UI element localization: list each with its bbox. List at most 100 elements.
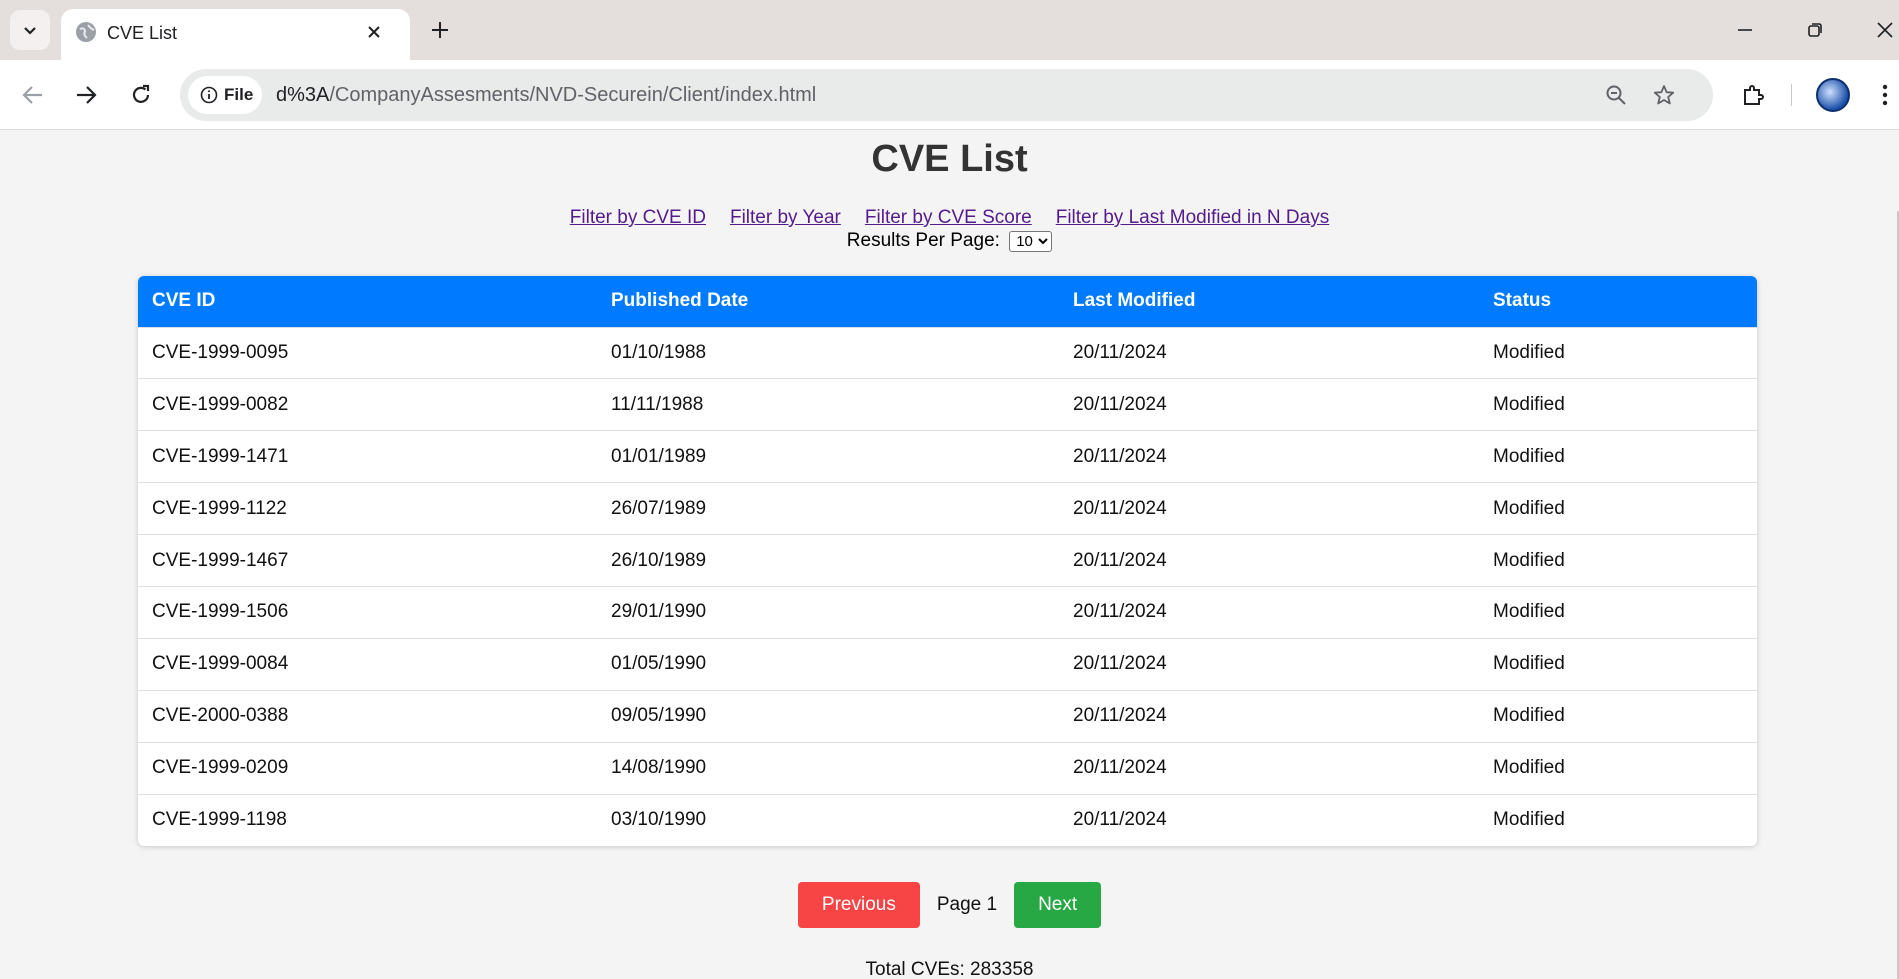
cell-status: Modified xyxy=(1493,393,1565,415)
cell-published-date: 01/10/1988 xyxy=(611,341,707,363)
cell-status: Modified xyxy=(1493,757,1565,779)
cell-last-modified: 20/11/2024 xyxy=(1073,601,1167,623)
kebab-menu-icon xyxy=(1882,84,1888,106)
table-row: CVE-1999-1198 03/10/1990 20/11/2024 Modifie… xyxy=(138,794,1757,846)
url-host: d%3A xyxy=(276,84,330,106)
filter-links: Filter by CVE ID Filter by Year Filter by … xyxy=(0,207,1899,229)
profile-avatar[interactable] xyxy=(1816,78,1850,112)
tab-title: CVE List xyxy=(107,23,178,43)
cell-cve-id: CVE-2000-0388 xyxy=(152,705,289,727)
header-last-modified: Last Modified xyxy=(1073,290,1196,312)
toolbar-divider xyxy=(1791,84,1792,106)
filter-by-last-modified-link[interactable]: Filter by Last Modified in N Days xyxy=(1056,207,1330,228)
forward-icon xyxy=(77,86,97,104)
minimize-icon xyxy=(1738,29,1752,31)
cell-last-modified: 20/11/2024 xyxy=(1073,497,1167,519)
cell-published-date: 26/10/1989 xyxy=(611,549,707,571)
tab-close-button[interactable] xyxy=(361,19,387,45)
window-close-button[interactable] xyxy=(1870,15,1899,45)
active-tab[interactable]: CVE List xyxy=(61,9,410,60)
total-cves: Total CVEs: 283358 xyxy=(865,959,1034,979)
cell-status: Modified xyxy=(1493,653,1565,675)
cell-cve-id: CVE-1999-0084 xyxy=(152,653,289,675)
restore-icon xyxy=(1808,23,1822,37)
results-per-page-select[interactable]: 10 xyxy=(1009,231,1053,252)
filter-by-cve-score-link[interactable]: Filter by CVE Score xyxy=(865,207,1032,228)
cve-table-container: CVE ID Published Date Last Modified Stat… xyxy=(138,276,1757,846)
close-icon xyxy=(368,26,380,38)
cell-cve-id: CVE-1999-1506 xyxy=(152,601,289,623)
cell-last-modified: 20/11/2024 xyxy=(1073,705,1167,727)
chevron-down-icon xyxy=(24,27,36,35)
forward-button[interactable] xyxy=(69,78,103,112)
previous-button[interactable]: Previous xyxy=(797,882,920,928)
table-row: CVE-1999-1122 26/07/1989 20/11/2024 Modifie… xyxy=(138,482,1757,535)
extensions-icon xyxy=(1744,85,1764,105)
cell-last-modified: 20/11/2024 xyxy=(1073,757,1167,779)
cell-cve-id: CVE-1999-1471 xyxy=(152,445,289,467)
cell-status: Modified xyxy=(1493,601,1565,623)
bookmark-button[interactable] xyxy=(1650,81,1678,109)
star-icon xyxy=(1653,85,1675,105)
cell-published-date: 26/07/1989 xyxy=(611,497,707,519)
cell-cve-id: CVE-1999-0209 xyxy=(152,757,289,779)
page-indicator: Page 1 xyxy=(936,894,998,915)
cell-published-date: 11/11/1988 xyxy=(611,393,704,415)
url-path: /CompanyAssesments/NVD-Securein/Client/i… xyxy=(329,84,817,106)
zoom-button[interactable] xyxy=(1602,81,1630,109)
browser-menu-button[interactable] xyxy=(1875,78,1895,112)
cell-status: Modified xyxy=(1493,445,1565,467)
tab-list-button[interactable] xyxy=(10,10,50,50)
plus-icon xyxy=(432,22,448,38)
table-row: CVE-1999-0082 11/11/1988 20/11/2024 Modifie… xyxy=(138,378,1757,431)
new-tab-button[interactable] xyxy=(424,14,456,46)
next-button[interactable]: Next xyxy=(1014,882,1102,928)
reload-icon xyxy=(132,84,150,103)
globe-icon xyxy=(76,22,96,42)
table-row: CVE-1999-0209 14/08/1990 20/11/2024 Modifie… xyxy=(138,742,1757,794)
filter-by-cve-id-link[interactable]: Filter by CVE ID xyxy=(570,207,706,228)
table-header-row: CVE ID Published Date Last Modified Stat… xyxy=(138,276,1757,327)
filter-by-year-link[interactable]: Filter by Year xyxy=(730,207,841,228)
results-per-page: Results Per Page: 10 xyxy=(0,230,1899,252)
cell-last-modified: 20/11/2024 xyxy=(1073,809,1167,831)
cell-cve-id: CVE-1999-1467 xyxy=(152,549,289,571)
cell-cve-id: CVE-1999-1198 xyxy=(152,809,287,831)
table-row: CVE-1999-1467 26/10/1989 20/11/2024 Modifie… xyxy=(138,534,1757,587)
cell-published-date: 29/01/1990 xyxy=(611,601,707,623)
address-bar[interactable]: File d%3A/CompanyAssesments/NVD-Securein… xyxy=(180,69,1713,121)
back-button[interactable] xyxy=(16,78,50,112)
page-title: CVE List xyxy=(871,138,1028,180)
cell-status: Modified xyxy=(1493,497,1565,519)
results-per-page-label: Results Per Page: xyxy=(846,230,1000,251)
page-content: CVE List Filter by CVE ID Filter by Year F… xyxy=(0,131,1899,979)
file-chip-label: File xyxy=(224,85,254,104)
reload-button[interactable] xyxy=(124,78,158,112)
cell-cve-id: CVE-1999-0095 xyxy=(152,341,289,363)
cell-last-modified: 20/11/2024 xyxy=(1073,549,1167,571)
cell-cve-id: CVE-1999-1122 xyxy=(152,497,287,519)
cell-last-modified: 20/11/2024 xyxy=(1073,393,1167,415)
extensions-button[interactable] xyxy=(1738,80,1768,110)
cell-last-modified: 20/11/2024 xyxy=(1073,341,1167,363)
table-row: CVE-2000-0388 09/05/1990 20/11/2024 Modifie… xyxy=(138,690,1757,742)
back-icon xyxy=(22,86,42,104)
table-row: CVE-1999-0084 01/05/1990 20/11/2024 Modifie… xyxy=(138,638,1757,690)
cell-published-date: 14/08/1990 xyxy=(611,757,707,779)
cell-published-date: 03/10/1990 xyxy=(611,809,707,831)
header-cve-id: CVE ID xyxy=(152,290,216,312)
cell-status: Modified xyxy=(1493,705,1565,727)
cell-last-modified: 20/11/2024 xyxy=(1073,445,1167,467)
table-row: CVE-1999-1506 29/01/1990 20/11/2024 Modifie… xyxy=(138,586,1757,638)
tab-strip: CVE List xyxy=(0,0,1899,60)
minimize-button[interactable] xyxy=(1730,15,1760,45)
info-icon xyxy=(200,86,218,104)
cell-cve-id: CVE-1999-0082 xyxy=(152,393,289,415)
table-body: CVE-1999-0095 01/10/1988 20/11/2024 Modifie… xyxy=(138,327,1757,846)
cell-status: Modified xyxy=(1493,809,1565,831)
header-published-date: Published Date xyxy=(611,290,749,312)
url-text[interactable]: d%3A/CompanyAssesments/NVD-Securein/Clie… xyxy=(276,84,816,107)
zoom-out-icon xyxy=(1606,85,1626,105)
cell-published-date: 01/01/1989 xyxy=(611,445,707,467)
restore-button[interactable] xyxy=(1800,15,1830,45)
